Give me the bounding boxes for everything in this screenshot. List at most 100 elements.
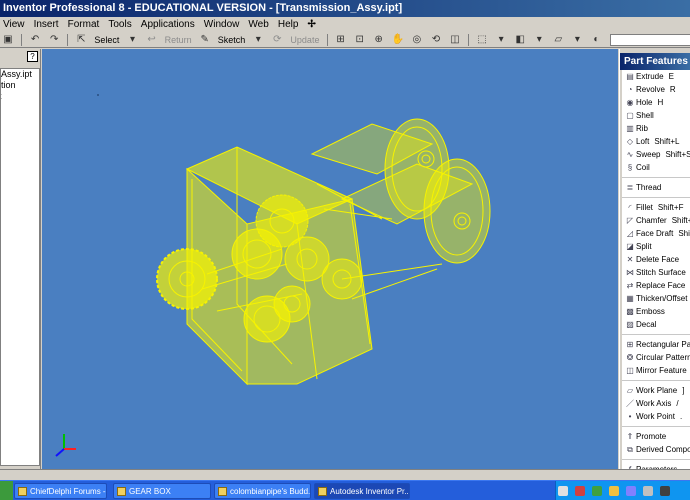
menu-help[interactable]: Help <box>275 17 302 33</box>
panel-item-label: Hole <box>636 98 653 107</box>
windows-taskbar: ChiefDelphi Forums - ... GEAR BOX colomb… <box>0 480 690 500</box>
panel-item-promote[interactable]: ⇑ Promote <box>622 430 690 443</box>
system-tray <box>555 481 690 500</box>
panel-item-chamfer[interactable]: ◸Chamfer Shift+K <box>622 214 690 227</box>
zoom-selected-icon[interactable]: ◎ <box>411 34 423 46</box>
panel-item-shortcut: Shift+K <box>671 216 690 225</box>
sprocket-gear[interactable] <box>156 248 218 310</box>
panel-item-delete-face[interactable]: ✕ Delete Face <box>622 253 690 266</box>
task-chiefdelphi[interactable]: ChiefDelphi Forums - ... <box>14 483 107 499</box>
graphics-viewport[interactable] <box>42 49 618 469</box>
tray-icon[interactable] <box>643 486 654 496</box>
hole-icon: ◉ <box>626 97 634 107</box>
panel-item-label: Loft <box>636 137 650 146</box>
save-icon[interactable]: ▣ <box>2 34 14 46</box>
look-at-icon[interactable]: ◫ <box>449 34 461 46</box>
panel-item-face-draft[interactable]: ◿Face Draft Shift <box>622 227 690 240</box>
menu-tools[interactable]: Tools <box>105 17 134 33</box>
shadow-icon[interactable]: ◧ <box>514 34 526 46</box>
menu-applications[interactable]: Applications <box>138 17 198 33</box>
sketch-button[interactable]: Sketch <box>216 33 248 47</box>
shell-icon: ▢ <box>626 110 634 120</box>
fillet-icon: ◜ <box>628 202 632 212</box>
panel-item-split[interactable]: ◪ Split <box>622 240 690 253</box>
menu-web[interactable]: Web <box>245 17 271 33</box>
redo-icon[interactable]: ↷ <box>48 34 60 46</box>
rotate-icon[interactable]: ⟲ <box>430 34 442 46</box>
tray-icon[interactable] <box>558 486 568 496</box>
menu-view[interactable]: View <box>0 17 28 33</box>
color-icon[interactable]: ◐ <box>590 34 602 46</box>
panel-title-button[interactable]: Part Features ▾ <box>620 53 690 70</box>
panel-item-mirror-feature[interactable]: ◫Mirror FeatureS <box>622 364 690 377</box>
tree-item-part[interactable]: _Assy.ipt <box>1 69 39 80</box>
menu-insert[interactable]: Insert <box>31 17 62 33</box>
panel-item-shortcut: H <box>657 98 664 107</box>
help-arrow-icon[interactable]: ✢ <box>305 17 319 33</box>
panel-item-label: Delete Face <box>636 255 680 264</box>
loft-icon: ◇ <box>626 136 634 146</box>
undo-icon[interactable]: ↶ <box>29 34 41 46</box>
task-autodesk-inventor[interactable]: Autodesk Inventor Pr... <box>314 483 410 499</box>
tree-item-representation[interactable]: ation <box>1 80 39 91</box>
panel-item-replace-face[interactable]: ⇄ Replace Face <box>622 279 690 292</box>
chevron-down-icon[interactable]: ▾ <box>126 34 138 46</box>
motor-cylinder-front[interactable] <box>340 158 491 300</box>
panel-item-shortcut: R <box>669 85 676 94</box>
panel-item-thicken-offset[interactable]: ▦ Thicken/Offset <box>622 292 690 305</box>
panel-item-decal[interactable]: ▨ Decal <box>622 318 690 331</box>
panel-item-circular-pattern[interactable]: ❂ Circular Pattern <box>622 351 690 364</box>
return-icon: ↩ <box>147 34 156 45</box>
return-button[interactable]: Return <box>163 33 194 47</box>
chevron-down-icon[interactable]: ▾ <box>495 34 507 46</box>
zoom-all-icon[interactable]: ⊞ <box>335 34 347 46</box>
panel-item-label: Mirror Feature <box>636 366 687 375</box>
panel-item-thread[interactable]: ≣ Thread <box>622 181 690 194</box>
panel-item-derived-component[interactable]: ⧉Derived Componen <box>622 443 690 456</box>
revolve-icon: ◔ <box>627 84 633 94</box>
tree-item-end-of-part[interactable]: rt <box>1 91 39 102</box>
browser-icon <box>18 487 27 496</box>
gearbox-model[interactable] <box>42 49 618 469</box>
task-buddy-list[interactable]: colombianpipe's Budd... <box>214 483 311 499</box>
camera-icon[interactable]: ▱ <box>552 34 564 46</box>
chevron-down-icon[interactable]: ▾ <box>571 34 583 46</box>
zoom-window-icon[interactable]: ⊡ <box>354 34 366 46</box>
panel-item-work-point[interactable]: • Work Point. <box>622 410 690 423</box>
tray-icon[interactable] <box>592 486 603 496</box>
panel-item-rib[interactable]: ▥ Rib <box>622 122 690 135</box>
start-button[interactable] <box>0 481 13 500</box>
select-button[interactable]: Select <box>92 33 121 47</box>
panel-item-label: Chamfer <box>636 216 667 225</box>
pan-icon[interactable]: ✋ <box>392 34 404 46</box>
tray-icon[interactable] <box>626 486 637 496</box>
panel-item-work-plane[interactable]: ▱ Work Plane] <box>622 384 690 397</box>
panel-item-extrude[interactable]: ▤ Extrude E <box>622 70 690 83</box>
panel-item-loft[interactable]: ◇ Loft Shift+L <box>622 135 690 148</box>
browser-help-button[interactable]: ? <box>27 51 38 62</box>
zoom-icon[interactable]: ⊕ <box>373 34 385 46</box>
menu-format[interactable]: Format <box>65 17 103 33</box>
panel-item-emboss[interactable]: ▩ Emboss <box>622 305 690 318</box>
panel-item-stitch-surface[interactable]: ⋈ Stitch Surface <box>622 266 690 279</box>
menu-window[interactable]: Window <box>201 17 243 33</box>
update-button[interactable]: Update <box>288 33 321 47</box>
color-combo[interactable] <box>609 34 690 46</box>
tray-icon[interactable] <box>660 486 671 496</box>
panel-item-revolve[interactable]: ◔ Revolve R <box>622 83 690 96</box>
panel-item-fillet[interactable]: ◜ Fillet Shift+F <box>622 201 690 214</box>
display-mode-icon[interactable]: ⬚ <box>476 34 488 46</box>
rib-icon: ▥ <box>626 123 634 133</box>
panel-item-shell[interactable]: ▢ Shell <box>622 109 690 122</box>
panel-item-coil[interactable]: § Coil <box>622 161 690 174</box>
chevron-down-icon[interactable]: ▾ <box>533 34 545 46</box>
panel-item-hole[interactable]: ◉ Hole H <box>622 96 690 109</box>
chevron-down-icon[interactable]: ▾ <box>252 34 264 46</box>
panel-item-work-axis[interactable]: ／ Work Axis / <box>622 397 690 410</box>
task-gear-box[interactable]: GEAR BOX <box>113 483 211 499</box>
tray-icon[interactable] <box>575 486 586 496</box>
panel-item-rectangular-pattern[interactable]: ⊞Rectangular Patte <box>622 338 690 351</box>
tray-icon[interactable] <box>609 486 620 496</box>
split-icon: ◪ <box>626 241 634 251</box>
panel-item-sweep[interactable]: ∿ Sweep Shift+S <box>622 148 690 161</box>
